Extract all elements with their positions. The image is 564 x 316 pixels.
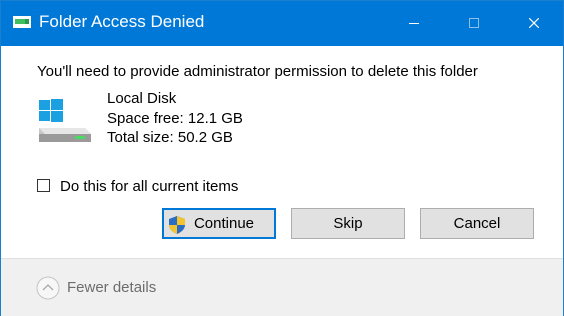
continue-button[interactable]: Continue	[162, 208, 276, 239]
permission-message: You'll need to provide administrator per…	[37, 63, 478, 80]
chevron-up-circle-icon[interactable]	[36, 276, 60, 300]
drive-space-free: Space free: 12.1 GB	[107, 109, 243, 127]
drive-details: Local Disk Space free: 12.1 GB Total siz…	[107, 89, 243, 148]
window-title: Folder Access Denied	[39, 12, 205, 31]
fewer-details-label[interactable]: Fewer details	[67, 279, 156, 296]
uac-shield-icon	[169, 215, 185, 234]
cancel-button[interactable]: Cancel	[420, 208, 534, 239]
skip-button[interactable]: Skip	[291, 208, 405, 239]
folder-access-denied-dialog: Folder Access Denied You'll need to prov…	[0, 0, 564, 316]
drive-name: Local Disk	[107, 90, 177, 107]
dialog-footer: Fewer details	[1, 258, 563, 316]
dialog-content: You'll need to provide administrator per…	[1, 46, 563, 258]
drive-total-size: Total size: 50.2 GB	[107, 129, 233, 146]
folder-icon	[13, 15, 31, 29]
minimize-button[interactable]	[391, 1, 437, 46]
continue-label: Continue	[193, 215, 255, 232]
maximize-button[interactable]	[451, 1, 497, 46]
apply-to-all-label[interactable]: Do this for all current items	[60, 178, 238, 195]
title-bar[interactable]: Folder Access Denied	[1, 1, 563, 46]
local-disk-icon	[37, 98, 93, 146]
close-button[interactable]	[511, 1, 557, 46]
apply-to-all-checkbox[interactable]	[37, 179, 50, 192]
